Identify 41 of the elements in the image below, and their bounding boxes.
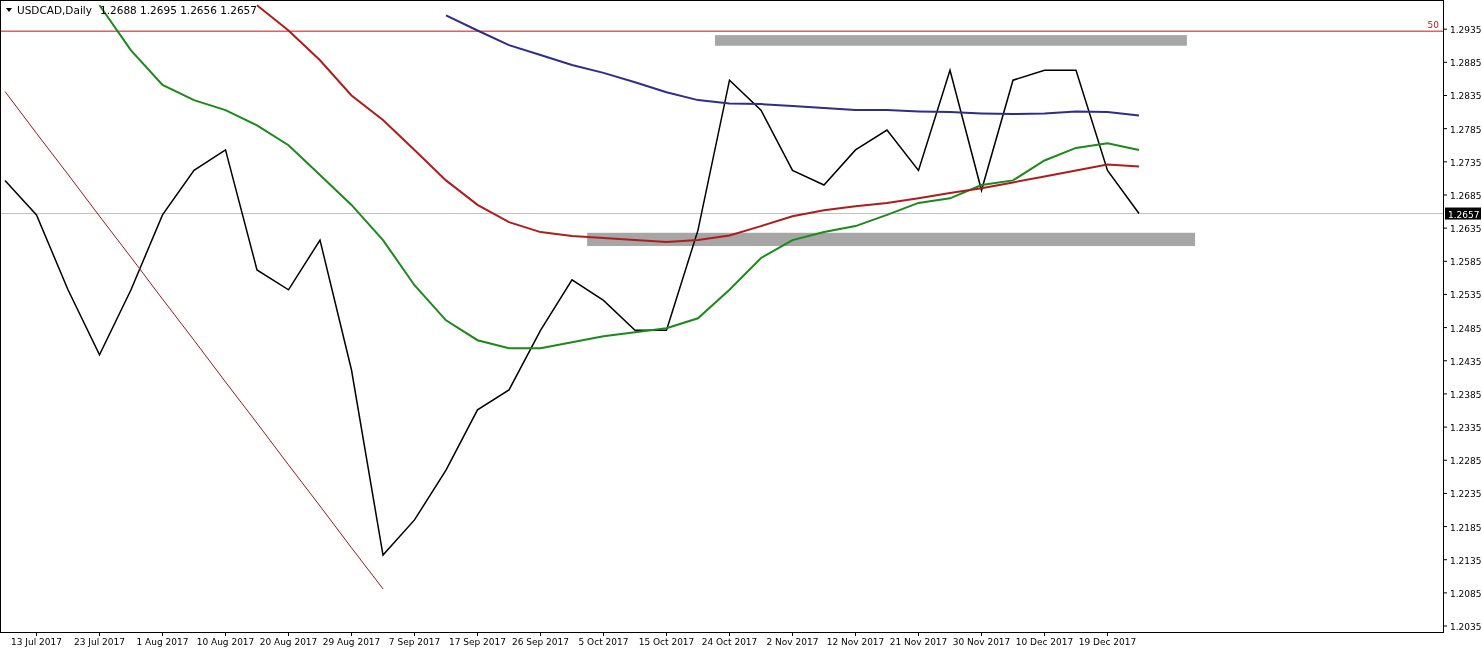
level-label: 50: [1427, 20, 1439, 31]
y-axis-label: 1.2535: [1450, 290, 1482, 301]
y-axis-label: 1.2085: [1450, 588, 1482, 599]
y-axis-label: 1.2685: [1450, 190, 1482, 201]
y-axis-label: 1.2185: [1450, 522, 1482, 533]
x-axis-label: 13 Jul 2017: [11, 637, 62, 647]
x-axis-label: 23 Jul 2017: [74, 637, 125, 647]
y-axis-label: 1.2585: [1450, 257, 1482, 268]
y-axis-label: 1.2285: [1450, 456, 1482, 467]
x-axis-label: 20 Aug 2017: [259, 637, 318, 647]
y-axis-label: 1.2135: [1450, 555, 1482, 566]
x-axis-label: 7 Sep 2017: [388, 637, 441, 647]
chart-symbol: USDCAD,Daily: [17, 4, 92, 16]
x-axis-label: 5 Oct 2017: [578, 637, 629, 647]
x-axis-label: 1 Aug 2017: [136, 637, 189, 647]
x-axis-label: 15 Oct 2017: [638, 637, 695, 647]
x-axis-label: 29 Aug 2017: [322, 637, 381, 647]
y-axis-label: 1.2735: [1450, 157, 1482, 168]
y-axis-label: 1.2785: [1450, 124, 1482, 135]
y-axis-label: 1.2635: [1450, 224, 1482, 235]
y-axis-label: 1.2035: [1450, 622, 1482, 633]
y-axis-label: 1.2435: [1450, 356, 1482, 367]
y-axis-label: 1.2485: [1450, 323, 1482, 334]
y-axis-label: 1.2385: [1450, 389, 1482, 400]
x-axis-label: 19 Dec 2017: [1078, 637, 1137, 647]
price-tag: 1.2657: [1445, 207, 1481, 220]
y-axis-label: 1.2335: [1450, 423, 1482, 434]
x-axis-label: 30 Nov 2017: [952, 637, 1011, 647]
dropdown-icon[interactable]: [6, 8, 12, 12]
x-axis-label: 12 Nov 2017: [826, 637, 885, 647]
x-axis-label: 10 Aug 2017: [196, 637, 255, 647]
y-axis-label: 1.2235: [1450, 489, 1482, 500]
x-axis-label: 17 Sep 2017: [449, 637, 506, 647]
y-axis-label: 1.2935: [1450, 25, 1482, 36]
x-axis-label: 24 Oct 2017: [701, 637, 758, 647]
x-axis-label: 10 Dec 2017: [1015, 637, 1074, 647]
x-axis-label: 21 Nov 2017: [889, 637, 948, 647]
y-axis-label: 1.2835: [1450, 91, 1482, 102]
x-axis-label: 2 Nov 2017: [766, 637, 819, 647]
y-axis-label: 1.2885: [1450, 58, 1482, 69]
x-axis-label: 26 Sep 2017: [512, 637, 569, 647]
